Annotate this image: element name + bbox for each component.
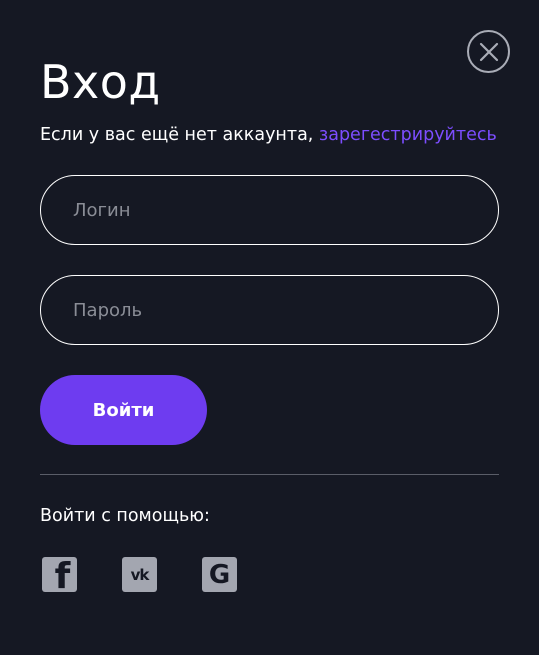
register-prompt-text: Если у вас ещё нет аккаунта,	[40, 125, 319, 145]
close-button[interactable]	[467, 30, 510, 73]
login-modal: Вход Если у вас ещё нет аккаунта, зареге…	[0, 0, 539, 655]
register-link[interactable]: зарегестрируйтесь	[319, 125, 497, 145]
login-input[interactable]	[40, 175, 499, 245]
close-icon	[479, 42, 498, 61]
google-glyph: G	[208, 559, 231, 590]
facebook-glyph: f	[54, 557, 71, 593]
page-title: Вход	[40, 55, 161, 109]
register-prompt: Если у вас ещё нет аккаунта, зарегестрир…	[40, 122, 497, 148]
password-input[interactable]	[40, 275, 499, 345]
facebook-icon[interactable]: f	[42, 557, 77, 592]
login-button[interactable]: Войти	[40, 375, 207, 445]
vk-icon[interactable]: vk	[122, 557, 157, 592]
divider	[40, 474, 499, 475]
google-icon[interactable]: G	[202, 557, 237, 592]
social-login-label: Войти с помощью:	[40, 506, 210, 526]
vk-glyph: vk	[130, 565, 150, 584]
